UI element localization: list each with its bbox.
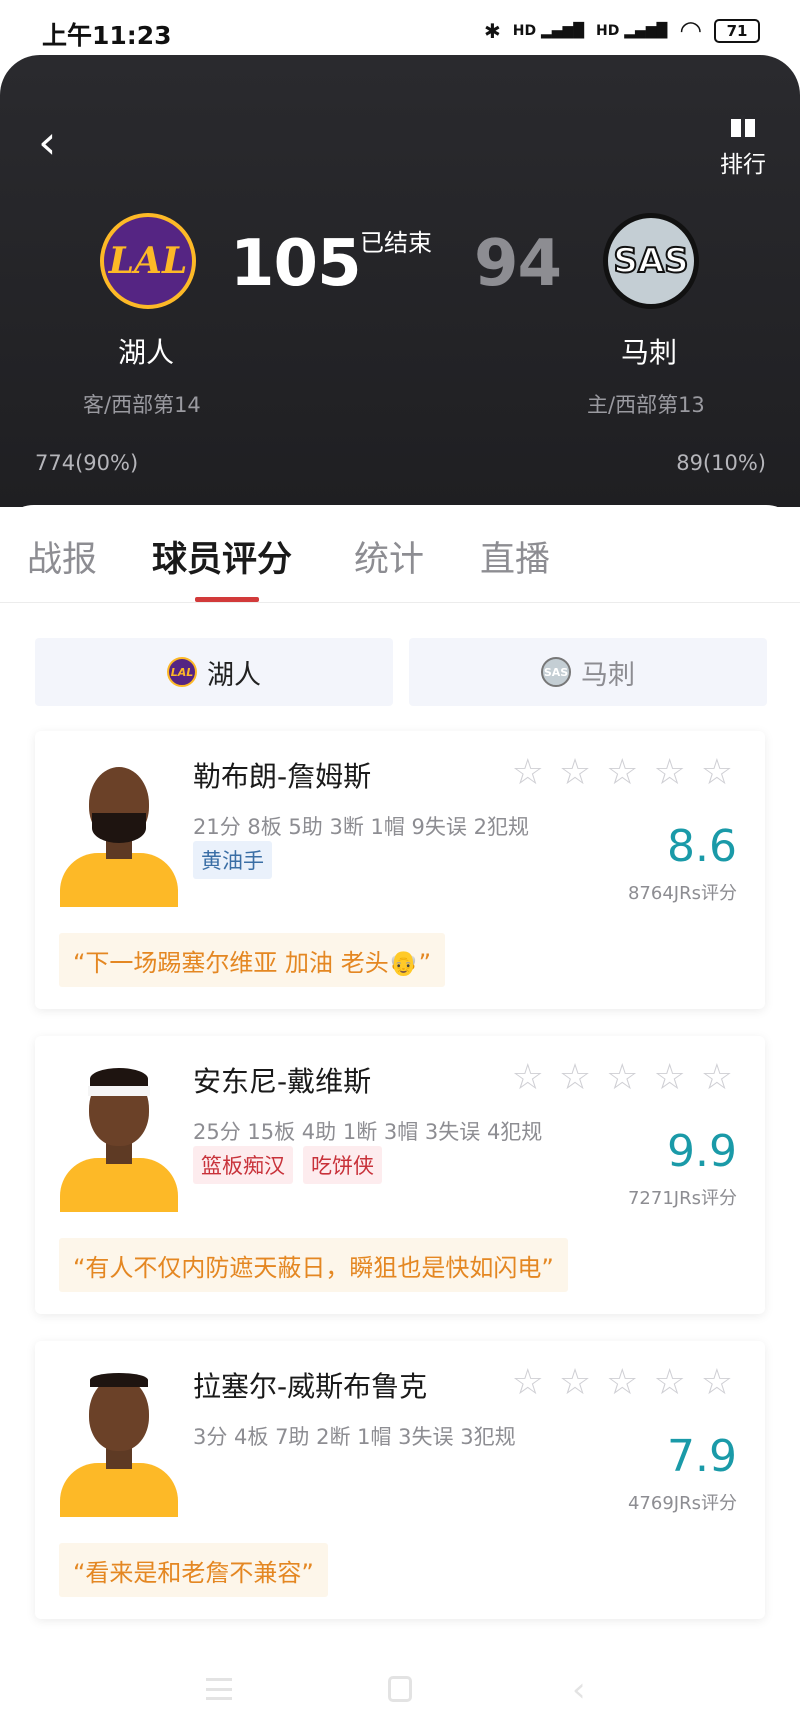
star-outline-icon[interactable]: ☆ xyxy=(512,1365,544,1401)
avatar-jersey xyxy=(60,1463,178,1517)
chevron-left-icon: ‹ xyxy=(38,115,57,169)
star-outline-icon[interactable]: ☆ xyxy=(701,1060,733,1096)
star-outline-icon[interactable]: ☆ xyxy=(559,1060,591,1096)
player-avatar[interactable] xyxy=(60,755,178,907)
player-tag[interactable]: 黄油手 xyxy=(193,841,272,879)
player-card[interactable]: 安东尼-戴维斯 25分 15板 4助 1断 3帽 3失误 4犯规 篮板痴汉 吃饼… xyxy=(35,1036,765,1314)
away-team-standing: 主/西部第13 xyxy=(587,393,705,417)
away-support-count: 89(10%) xyxy=(676,451,766,475)
signal-icon: HD ▂▄▆█ xyxy=(512,23,585,39)
lakers-mini-logo: LAL xyxy=(167,657,197,687)
battery-icon: 71 xyxy=(714,19,760,43)
player-name[interactable]: 安东尼-戴维斯 xyxy=(193,1060,371,1100)
away-score: 94 xyxy=(474,227,562,301)
top-comment[interactable]: “看来是和老詹不兼容” xyxy=(59,1543,328,1597)
tab-stats[interactable]: 统计 xyxy=(354,531,424,582)
star-outline-icon[interactable]: ☆ xyxy=(606,1365,638,1401)
star-outline-icon[interactable]: ☆ xyxy=(559,755,591,791)
rank-button[interactable]: 排行 xyxy=(720,111,766,179)
player-tag[interactable]: 吃饼侠 xyxy=(303,1146,382,1184)
rating-stars[interactable]: ☆ ☆ ☆ ☆ ☆ xyxy=(512,1060,733,1096)
tab-indicator xyxy=(195,597,259,602)
star-outline-icon[interactable]: ☆ xyxy=(701,755,733,791)
top-comment[interactable]: “有人不仅内防遮天蔽日，瞬狙也是快如闪电” xyxy=(59,1238,568,1292)
menu-icon[interactable] xyxy=(206,1678,232,1700)
avatar-jersey xyxy=(60,853,178,907)
avatar-headband xyxy=(88,1086,150,1096)
player-tags: 篮板痴汉 吃饼侠 xyxy=(193,1146,382,1184)
home-square-icon[interactable] xyxy=(388,1676,412,1702)
team-switch-lakers-label: 湖人 xyxy=(207,659,261,691)
player-card[interactable]: 勒布朗-詹姆斯 21分 8板 5助 3断 1帽 9失误 2犯规 黄油手 ☆ ☆ … xyxy=(35,731,765,1009)
player-rating: 8.6 xyxy=(667,821,737,872)
rating-stars[interactable]: ☆ ☆ ☆ ☆ ☆ xyxy=(512,1365,733,1401)
rating-votes: 8764JRs评分 xyxy=(627,883,737,904)
player-rating: 9.9 xyxy=(667,1126,737,1177)
star-outline-icon[interactable]: ☆ xyxy=(701,1365,733,1401)
player-name[interactable]: 勒布朗-詹姆斯 xyxy=(193,755,371,795)
star-outline-icon[interactable]: ☆ xyxy=(559,1365,591,1401)
star-outline-icon[interactable]: ☆ xyxy=(653,755,685,791)
signal-icon-2: HD ▂▄▆█ xyxy=(596,23,668,39)
player-avatar[interactable] xyxy=(60,1365,178,1517)
back-button[interactable]: ‹ xyxy=(38,119,56,165)
spurs-logo[interactable]: SAS xyxy=(603,213,699,309)
player-stats: 21分 8板 5助 3断 1帽 9失误 2犯规 xyxy=(193,815,529,839)
wifi-icon: ◠ xyxy=(679,16,702,46)
star-outline-icon[interactable]: ☆ xyxy=(606,1060,638,1096)
player-name[interactable]: 拉塞尔-威斯布鲁克 xyxy=(193,1365,427,1405)
content-sheet: 战报 球员评分 统计 直播 LAL 湖人 SAS 马刺 勒布朗-詹姆斯 21分 … xyxy=(0,505,800,1734)
rating-votes: 7271JRs评分 xyxy=(627,1188,737,1209)
avatar-jersey xyxy=(60,1158,178,1212)
star-outline-icon[interactable]: ☆ xyxy=(512,1060,544,1096)
avatar-hair xyxy=(90,1373,148,1387)
back-triangle-icon[interactable]: ‹ xyxy=(572,1670,586,1710)
spurs-logo-text: SAS xyxy=(612,240,689,282)
home-team-name[interactable]: 湖人 xyxy=(118,331,174,371)
status-time: 上午11:23 xyxy=(42,21,172,50)
rating-votes: 4769JRs评分 xyxy=(627,1493,737,1514)
home-score: 105 xyxy=(230,227,362,301)
star-outline-icon[interactable]: ☆ xyxy=(653,1060,685,1096)
player-tag[interactable]: 篮板痴汉 xyxy=(193,1146,293,1184)
gift-icon xyxy=(729,111,757,139)
player-tags: 黄油手 xyxy=(193,841,272,879)
system-nav-bar: ‹ xyxy=(0,1660,800,1734)
tab-bar: 战报 球员评分 统计 直播 xyxy=(0,505,800,603)
away-team-name[interactable]: 马刺 xyxy=(621,331,677,371)
tab-live[interactable]: 直播 xyxy=(480,531,550,582)
top-comment[interactable]: “下一场踢塞尔维亚 加油 老头👴” xyxy=(59,933,446,987)
home-support-count: 774(90%) xyxy=(35,451,139,475)
avatar-beard xyxy=(92,813,146,843)
status-icons: ✱ HD ▂▄▆█ HD ▂▄▆█ ◠ 71 xyxy=(484,16,760,46)
team-switch-spurs-label: 马刺 xyxy=(581,659,635,691)
star-outline-icon[interactable]: ☆ xyxy=(512,755,544,791)
star-outline-icon[interactable]: ☆ xyxy=(653,1365,685,1401)
status-bar: 上午11:23 ✱ HD ▂▄▆█ HD ▂▄▆█ ◠ 71 xyxy=(0,0,800,62)
tab-player-ratings[interactable]: 球员评分 xyxy=(152,531,292,582)
game-status: 已结束 xyxy=(360,229,432,257)
player-avatar[interactable] xyxy=(60,1060,178,1212)
lakers-logo-text: LAL xyxy=(108,240,188,282)
lakers-logo[interactable]: LAL xyxy=(100,213,196,309)
star-outline-icon[interactable]: ☆ xyxy=(606,755,638,791)
bluetooth-icon: ✱ xyxy=(483,19,501,43)
rank-label: 排行 xyxy=(720,152,766,178)
spurs-mini-logo: SAS xyxy=(541,657,571,687)
game-header: ‹ 排行 LAL 105 已结束 94 SAS 湖人 马刺 客/西部第14 主/… xyxy=(0,55,800,507)
player-card[interactable]: 拉塞尔-威斯布鲁克 3分 4板 7助 2断 1帽 3失误 3犯规 ☆ ☆ ☆ ☆… xyxy=(35,1341,765,1619)
home-team-standing: 客/西部第14 xyxy=(83,393,201,417)
avatar-head xyxy=(89,1377,149,1451)
rating-stars[interactable]: ☆ ☆ ☆ ☆ ☆ xyxy=(512,755,733,791)
player-stats: 25分 15板 4助 1断 3帽 3失误 4犯规 xyxy=(193,1120,543,1144)
team-switch-spurs[interactable]: SAS 马刺 xyxy=(409,638,767,706)
player-rating: 7.9 xyxy=(667,1431,737,1482)
tab-recap[interactable]: 战报 xyxy=(27,531,97,582)
team-switch-lakers[interactable]: LAL 湖人 xyxy=(35,638,393,706)
player-stats: 3分 4板 7助 2断 1帽 3失误 3犯规 xyxy=(193,1425,516,1449)
